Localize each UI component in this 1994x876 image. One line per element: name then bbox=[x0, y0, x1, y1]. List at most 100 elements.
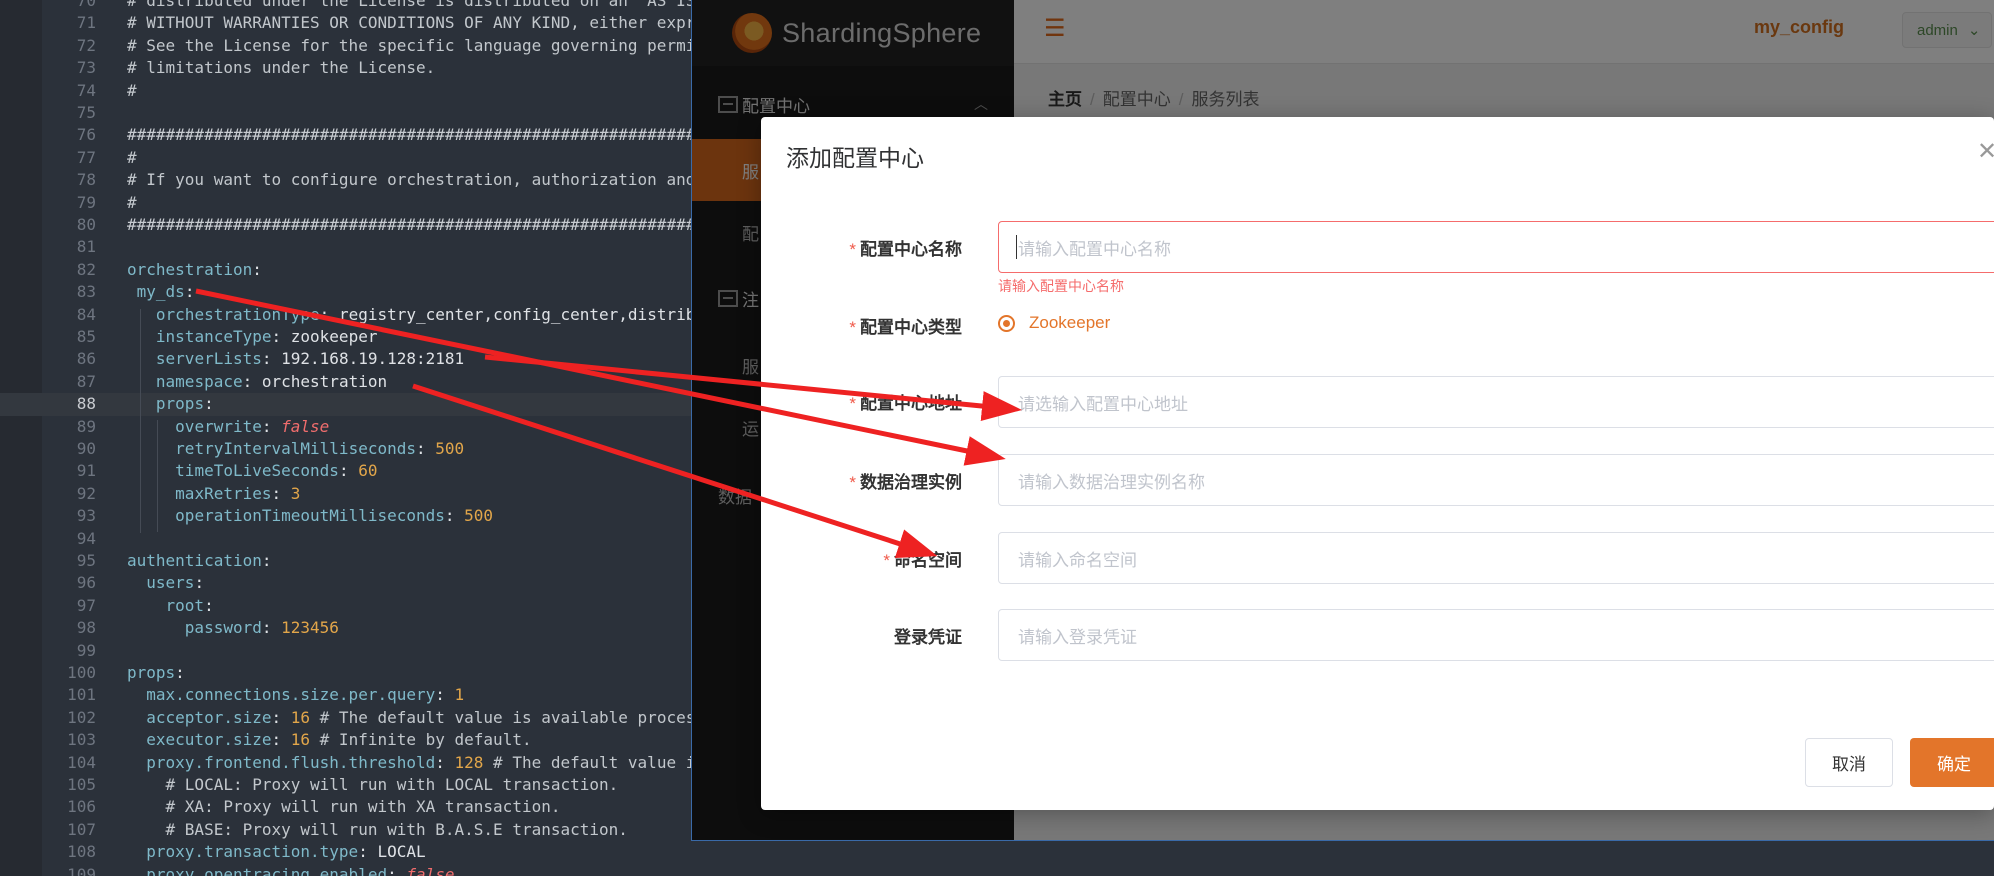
config-address-input[interactable]: 请选输入配置中心地址 bbox=[998, 376, 1994, 428]
line-number: 107 bbox=[67, 819, 96, 839]
config-name-input[interactable]: 请输入配置中心名称 bbox=[998, 221, 1994, 273]
code-token: my_ds bbox=[136, 282, 185, 302]
line-number: 94 bbox=[76, 528, 96, 548]
line-number: 103 bbox=[67, 730, 96, 750]
field-label-digest: 登录凭证 bbox=[894, 623, 962, 648]
code-text: # bbox=[127, 80, 137, 102]
placeholder-text: 请输入数据治理实例名称 bbox=[1018, 472, 1205, 492]
line-number: 83 bbox=[76, 282, 96, 302]
code-token: 123456 bbox=[281, 618, 339, 638]
code-token: retryIntervalMilliseconds bbox=[175, 439, 416, 458]
code-token: overwrite bbox=[175, 416, 262, 436]
code-token: password bbox=[184, 618, 262, 638]
line-number: 99 bbox=[76, 640, 96, 660]
code-token: : bbox=[271, 730, 291, 750]
field-label-config-name: * 配置中心名称 bbox=[849, 235, 962, 260]
code-token: proxy.frontend.flush.threshold bbox=[146, 752, 436, 772]
code-token: : bbox=[338, 461, 359, 481]
line-number: 70 bbox=[76, 0, 96, 10]
line-number: 92 bbox=[76, 483, 96, 503]
required-mark: * bbox=[849, 473, 856, 492]
code-text: orchestration: bbox=[127, 259, 262, 281]
code-text: retryIntervalMilliseconds: 500 bbox=[127, 438, 464, 460]
code-text: props: bbox=[127, 662, 185, 684]
namespace-input[interactable]: 请输入命名空间 bbox=[998, 532, 1994, 584]
radio-selected-icon bbox=[998, 314, 1015, 332]
code-token: namespace bbox=[155, 371, 243, 391]
code-token: : bbox=[444, 506, 465, 526]
code-token: # bbox=[127, 147, 137, 167]
code-text: proxy.frontend.flush.threshold: 128 # Th… bbox=[127, 752, 753, 774]
indent-guide bbox=[140, 309, 141, 533]
label-text: 配置中心名称 bbox=[860, 240, 962, 259]
add-config-center-dialog: 添加配置中心 ✕ * 配置中心名称 请输入配置中心名称 请输入配置中心名称 * 配置… bbox=[761, 117, 1994, 810]
line-number: 108 bbox=[67, 842, 96, 862]
code-token: : bbox=[194, 573, 205, 593]
config-type-radio-zookeeper[interactable]: Zookeeper bbox=[998, 313, 1110, 333]
code-token: maxRetries bbox=[175, 483, 272, 503]
required-mark: * bbox=[849, 394, 856, 413]
code-token: : bbox=[261, 416, 282, 436]
code-token: 60 bbox=[358, 461, 378, 481]
code-token: executor.size bbox=[146, 730, 272, 750]
line-number: 96 bbox=[76, 573, 96, 593]
code-token: 16 bbox=[290, 730, 311, 750]
code-text: proxy.opentracing.enabled: false bbox=[127, 864, 454, 876]
code-token: : bbox=[261, 618, 282, 638]
field-label-config-type: * 配置中心类型 bbox=[849, 313, 962, 338]
code-token: props bbox=[127, 663, 176, 682]
code-token: : bbox=[252, 259, 262, 279]
line-number: 79 bbox=[76, 192, 96, 212]
code-line[interactable]: 108 proxy.transaction.type: LOCAL bbox=[0, 841, 1994, 863]
line-number: 86 bbox=[76, 349, 96, 369]
dialog-title: 添加配置中心 bbox=[786, 145, 924, 171]
code-token: 1 bbox=[454, 685, 465, 705]
line-number: 76 bbox=[76, 125, 96, 145]
label-text: 配置中心类型 bbox=[860, 318, 962, 337]
code-token: : bbox=[271, 707, 291, 727]
code-text: # LOCAL: Proxy will run with LOCAL trans… bbox=[127, 774, 619, 796]
code-token: # bbox=[127, 192, 137, 212]
line-number: 93 bbox=[76, 506, 96, 526]
cancel-button[interactable]: 取消 bbox=[1805, 738, 1893, 787]
code-token: : bbox=[435, 685, 455, 705]
code-text: # bbox=[127, 192, 137, 214]
label-text: 配置中心地址 bbox=[860, 394, 962, 413]
digest-input[interactable]: 请输入登录凭证 bbox=[998, 609, 1994, 661]
code-token: : bbox=[204, 595, 214, 615]
code-token: : zookeeper bbox=[271, 327, 378, 346]
label-text: 命名空间 bbox=[894, 551, 962, 570]
code-token: : bbox=[175, 663, 185, 682]
confirm-button[interactable]: 确定 bbox=[1910, 738, 1994, 787]
label-text: 登录凭证 bbox=[894, 628, 962, 647]
code-text: proxy.transaction.type: LOCAL bbox=[127, 841, 425, 863]
line-number: 104 bbox=[67, 752, 96, 772]
line-number: 97 bbox=[76, 595, 96, 615]
line-number: 109 bbox=[67, 864, 96, 876]
code-token: # XA: Proxy will run with XA transaction… bbox=[127, 797, 561, 817]
code-text: serverLists: 192.168.19.128:2181 bbox=[127, 348, 464, 370]
close-icon[interactable]: ✕ bbox=[1977, 137, 1994, 166]
code-line[interactable]: 109 proxy.opentracing.enabled: false bbox=[0, 864, 1994, 876]
code-text: namespace: orchestration bbox=[127, 371, 387, 393]
line-number: 89 bbox=[76, 416, 96, 436]
field-label-config-address: * 配置中心地址 bbox=[849, 389, 962, 414]
code-text: password: 123456 bbox=[127, 617, 339, 639]
line-number: 105 bbox=[67, 775, 96, 794]
line-number: 100 bbox=[67, 663, 96, 682]
line-number: 73 bbox=[76, 58, 96, 78]
code-token: 3 bbox=[290, 483, 301, 503]
code-text: users: bbox=[127, 572, 204, 594]
required-mark: * bbox=[849, 318, 856, 337]
placeholder-text: 请输入登录凭证 bbox=[1018, 627, 1137, 647]
orchestration-name-input[interactable]: 请输入数据治理实例名称 bbox=[998, 454, 1994, 506]
